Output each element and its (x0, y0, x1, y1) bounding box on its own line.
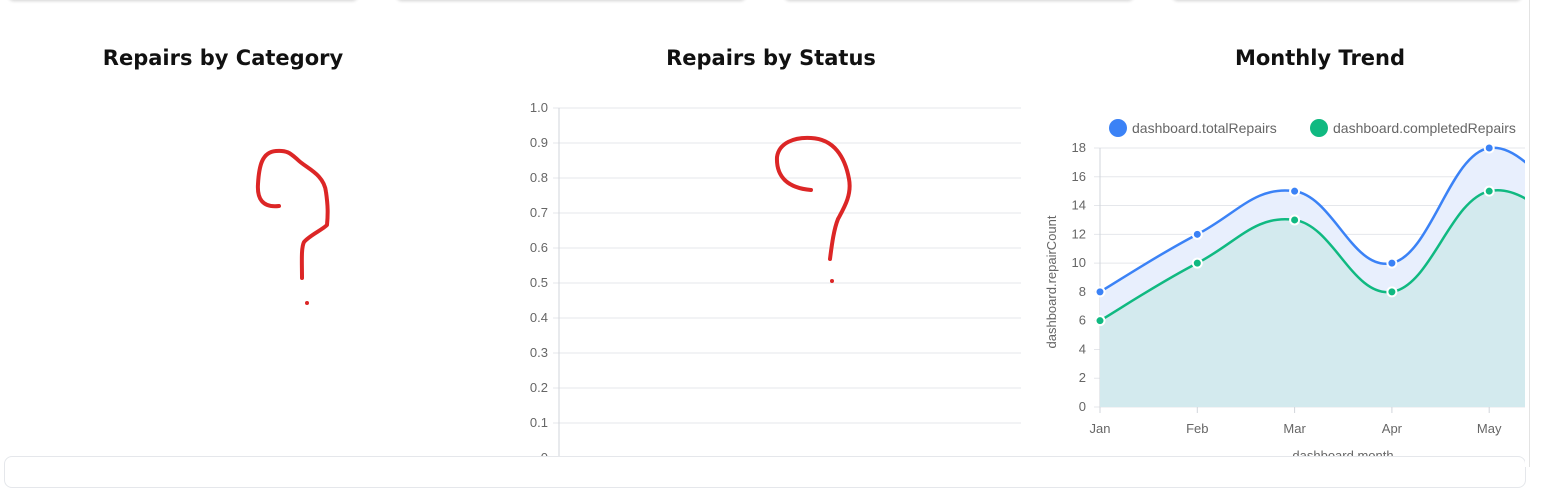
trend-y-tick: 4 (1079, 341, 1086, 356)
trend-point (1483, 185, 1495, 197)
trend-y-tick: 8 (1079, 284, 1086, 299)
trend-y-tick: 0 (1079, 399, 1086, 414)
trend-point (1483, 142, 1495, 154)
status-y-tick: 0.5 (530, 275, 548, 290)
trend-y-tick: 18 (1072, 140, 1086, 155)
status-y-tick: 0.7 (530, 205, 548, 220)
legend-swatch-icon (1109, 119, 1127, 137)
trend-legend-item: dashboard.totalRepairs (1109, 119, 1277, 137)
trend-point (1386, 286, 1398, 298)
trend-y-tick: 6 (1079, 313, 1086, 328)
status-y-tick: 0.9 (530, 135, 548, 150)
trend-point (1191, 257, 1203, 269)
question-mark-scribble-icon (255, 148, 330, 305)
status-y-tick: 0.6 (530, 240, 548, 255)
trend-x-tick: May (1477, 421, 1502, 436)
status-y-tick: 0.4 (530, 310, 548, 325)
trend-x-tick: Jan (1090, 421, 1111, 436)
trend-point (1094, 286, 1106, 298)
trend-point (1386, 257, 1398, 269)
trend-point (1191, 228, 1203, 240)
scrollbar-track[interactable] (1529, 0, 1530, 467)
trend-y-tick: 14 (1072, 198, 1086, 213)
trend-y-tick: 16 (1072, 169, 1086, 184)
category-panel-title: Repairs by Category (102, 46, 344, 70)
trend-legend-label: dashboard.completedRepairs (1333, 120, 1516, 136)
trend-point (1289, 214, 1301, 226)
legend-swatch-icon (1310, 119, 1328, 137)
trend-legend-item: dashboard.completedRepairs (1310, 119, 1516, 137)
trend-y-tick: 2 (1079, 370, 1086, 385)
status-y-tick: 1.0 (530, 100, 548, 115)
trend-x-tick: Feb (1186, 421, 1208, 436)
status-panel-title: Repairs by Status (666, 46, 876, 70)
status-y-tick: 0.8 (530, 170, 548, 185)
trend-y-axis-title: dashboard.repairCount (1044, 215, 1059, 348)
trend-y-tick: 10 (1072, 255, 1086, 270)
trend-chart: dashboard.totalRepairs dashboard.complete… (1044, 119, 1555, 463)
trend-point (1289, 185, 1301, 197)
page-scrollbar[interactable] (1525, 0, 1561, 467)
category-chart (255, 148, 330, 305)
trend-point (1094, 315, 1106, 327)
status-y-tick: 0.2 (530, 380, 548, 395)
bottom-card (4, 456, 1526, 488)
trend-y-tick: 12 (1072, 226, 1086, 241)
status-chart: 00.10.20.30.40.50.60.70.80.91.0 (530, 100, 1021, 465)
trend-x-tick: Mar (1283, 421, 1306, 436)
status-y-tick: 0.3 (530, 345, 548, 360)
status-y-tick: 0.1 (530, 415, 548, 430)
trend-x-tick: Apr (1382, 421, 1403, 436)
trend-legend-label: dashboard.totalRepairs (1132, 120, 1277, 136)
question-mark-scribble-icon (774, 135, 852, 283)
trend-panel-title: Monthly Trend (1234, 46, 1406, 70)
